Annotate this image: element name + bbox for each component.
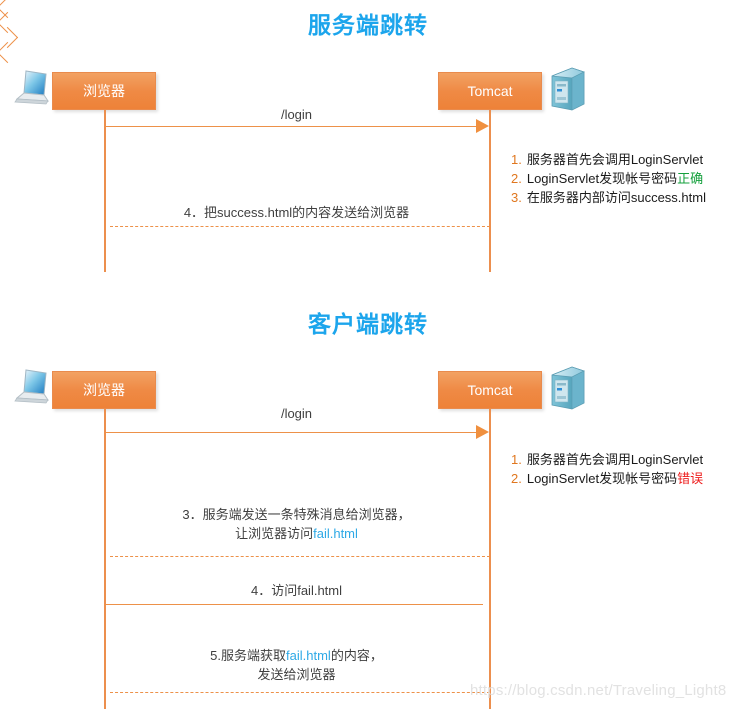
note-item: 2. LoginServlet发现帐号密码错误	[511, 469, 703, 488]
note-item: 1. 服务器首先会调用LoginServlet	[511, 450, 703, 469]
note-number: 1.	[511, 152, 522, 167]
arrowhead-solid-right-1	[476, 119, 489, 133]
diagram-title-client-redirect: 客户端跳转	[308, 311, 428, 337]
note-highlight-error: 错误	[677, 471, 704, 486]
lifeline-tomcat-2	[489, 409, 491, 709]
note-item: 2. LoginServlet发现帐号密码正确	[511, 169, 706, 188]
message-label-fail-response: 5.服务端获取fail.html的内容， 发送给浏览器	[104, 646, 489, 684]
message-arrow-success-response	[110, 226, 490, 227]
message-line-1: 3．服务端发送一条特殊消息给浏览器，	[182, 507, 411, 522]
message-line-1: 5.服务端获取fail.html的内容，	[104, 646, 489, 665]
message-line-1-after: 的内容，	[330, 648, 383, 663]
note-number: 3.	[511, 190, 522, 205]
message-arrow-visit-fail	[105, 604, 483, 605]
message-line-2: 让浏览器访问fail.html	[104, 524, 489, 543]
server-icon	[551, 366, 586, 410]
laptop-icon	[14, 369, 49, 404]
server-icon	[551, 67, 586, 111]
message-arrow-fail-response	[110, 692, 490, 693]
note-text: 服务器首先会调用LoginServlet	[526, 152, 704, 167]
lifeline-tomcat-1	[489, 110, 491, 272]
note-number: 1.	[511, 452, 522, 467]
message-arrow-login-1	[105, 126, 477, 127]
note-item: 1. 服务器首先会调用LoginServlet	[511, 150, 706, 169]
note-text: LoginServlet发现帐号密码	[526, 171, 678, 186]
laptop-icon	[14, 70, 49, 105]
note-number: 2.	[511, 171, 522, 186]
message-line-2-text: 让浏览器访问	[235, 526, 314, 541]
note-text: LoginServlet发现帐号密码	[526, 471, 678, 486]
note-list-2: 1. 服务器首先会调用LoginServlet 2. LoginServlet发现帐…	[511, 450, 703, 488]
message-line-1-text: 5.服务端获取	[210, 648, 287, 663]
message-label-visit-fail: 4．访问fail.html	[250, 583, 343, 598]
diagram-title-server-forward: 服务端跳转	[308, 12, 428, 38]
note-number: 2.	[511, 471, 522, 486]
note-highlight-correct: 正确	[677, 171, 704, 186]
watermark: https://blog.csdn.net/Traveling_Light8	[470, 682, 727, 699]
link-fail-html: fail.html	[313, 526, 358, 541]
message-label-redirect-instruction: 3．服务端发送一条特殊消息给浏览器， 让浏览器访问fail.html	[104, 505, 489, 543]
diagram-canvas: 服务端跳转 浏览器 Tomcat /login 1. 服务器首先会调用Login…	[0, 0, 736, 709]
message-arrow-login-2	[105, 432, 477, 433]
lifeline-browser-1	[104, 110, 106, 272]
message-arrow-redirect-instruction	[110, 556, 490, 557]
note-text: 服务器首先会调用LoginServlet	[526, 452, 704, 467]
message-label-success-response: 4．把success.html的内容发送给浏览器	[183, 205, 410, 220]
arrowhead-open-left-3	[0, 41, 19, 64]
message-line-2: 发送给浏览器	[257, 667, 336, 682]
message-label-login-2: /login	[280, 406, 313, 421]
arrowhead-solid-right-2	[476, 425, 489, 439]
link-fail-html: fail.html	[286, 648, 331, 663]
note-item: 3. 在服务器内部访问success.html	[511, 188, 706, 207]
message-label-login-1: /login	[280, 107, 313, 122]
note-text: 在服务器内部访问success.html	[526, 190, 706, 205]
note-list-1: 1. 服务器首先会调用LoginServlet 2. LoginServlet发现帐…	[511, 150, 706, 207]
